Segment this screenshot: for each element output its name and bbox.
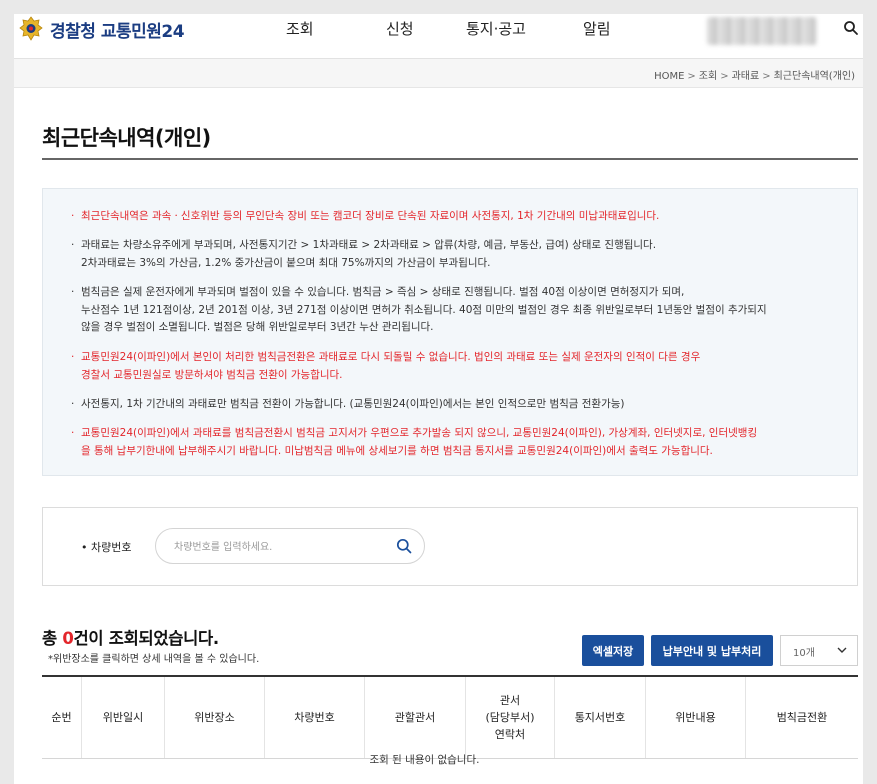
column-header-datetime: 위반일시 xyxy=(81,677,164,758)
column-header-office: 관할관서 xyxy=(364,677,465,758)
breadcrumb-separator: > xyxy=(762,71,771,82)
result-suffix: 건이 조회되었습니다. xyxy=(73,629,220,648)
notice-item: · 범칙금은 실제 운전자에게 부과되며 벌점이 있을 수 있습니다. 범칙금 … xyxy=(71,284,841,337)
notice-bullet: · xyxy=(71,351,75,363)
notice-item: · 사전통지, 1차 기간내의 과태료만 범칙금 전환이 가능합니다. (교통민… xyxy=(71,396,841,414)
search-panel: • 차량번호 xyxy=(42,507,858,586)
vehicle-number-input[interactable] xyxy=(172,537,376,557)
vehicle-number-label: • 차량번호 xyxy=(81,541,132,554)
breadcrumb-separator: > xyxy=(687,71,696,82)
nav-item-application[interactable]: 신청 xyxy=(386,18,414,39)
notice-text: 교통민원24(이파인)에서 과태료를 범칙금전환시 범칙금 고지서가 우편으로 … xyxy=(81,427,758,457)
breadcrumb: HOME > 조회 > 과태료 > 최근단속내역(개인) xyxy=(654,67,855,82)
chevron-down-icon xyxy=(837,647,847,653)
notice-text: 과태료는 차량소유주에게 부과되며, 사전통지기간 > 1차과태료 > 2차과태… xyxy=(81,239,657,269)
column-header-violation: 위반내용 xyxy=(645,677,745,758)
result-note: *위반장소를 클릭하면 상세 내역을 볼 수 있습니다. xyxy=(48,654,260,665)
notice-item: · 과태료는 차량소유주에게 부과되며, 사전통지기간 > 1차과태료 > 2차… xyxy=(71,237,841,272)
nav-item-notice[interactable]: 통지·공고 xyxy=(466,18,526,39)
payment-guide-button[interactable]: 납부안내 및 납부처리 xyxy=(651,635,773,666)
result-prefix: 총 xyxy=(42,629,63,648)
breadcrumb-separator: > xyxy=(720,71,729,82)
notice-item: · 최근단속내역은 과속ㆍ신호위반 등의 무인단속 장비 또는 캠코더 장비로 … xyxy=(71,208,841,226)
excel-save-button[interactable]: 엑셀저장 xyxy=(582,635,644,666)
breadcrumb-bar: HOME > 조회 > 과태료 > 최근단속내역(개인) xyxy=(14,59,863,88)
notice-text: 최근단속내역은 과속ㆍ신호위반 등의 무인단속 장비 또는 캠코더 장비로 단속… xyxy=(81,210,660,222)
search-icon[interactable] xyxy=(843,20,859,36)
title-divider xyxy=(42,158,858,160)
notice-bullet: · xyxy=(71,427,75,439)
search-icon[interactable] xyxy=(396,538,412,554)
result-count: 총 0건이 조회되었습니다. xyxy=(42,625,219,649)
column-header-seq: 순번 xyxy=(51,711,72,724)
column-header-notice-no: 통지서번호 xyxy=(554,677,645,758)
notice-bullet: · xyxy=(71,286,75,298)
breadcrumb-inquiry[interactable]: 조회 xyxy=(699,71,717,82)
nav-item-alerts[interactable]: 알림 xyxy=(583,18,611,39)
page-title: 최근단속내역(개인) xyxy=(42,126,211,150)
column-header-location: 위반장소 xyxy=(164,677,264,758)
site-logo[interactable]: 경찰청 교통민원24 xyxy=(18,16,185,42)
site-header: 경찰청 교통민원24 조회 신청 통지·공고 알림 xyxy=(14,14,863,59)
breadcrumb-fine[interactable]: 과태료 xyxy=(732,71,760,82)
notice-bullet: · xyxy=(71,239,75,251)
empty-table-message: 조회 된 내용이 없습니다. xyxy=(369,754,480,766)
results-table-header: 순번 위반일시 위반장소 차량번호 관할관서 관서 (담당부서) 연락처 통지서… xyxy=(42,677,858,759)
page-size-select[interactable]: 10개 xyxy=(780,635,858,666)
page-size-value: 10개 xyxy=(793,648,815,659)
nav-item-inquiry[interactable]: 조회 xyxy=(286,18,314,39)
column-header-contact: 관서 (담당부서) 연락처 xyxy=(465,677,554,758)
search-field-wrapper xyxy=(155,528,425,564)
notice-text: 사전통지, 1차 기간내의 과태료만 범칙금 전환이 가능합니다. (교통민원2… xyxy=(81,398,625,410)
user-info-blurred xyxy=(707,17,817,45)
page-frame: 경찰청 교통민원24 조회 신청 통지·공고 알림 HOME > 조회 > 과태료 > 최근… xyxy=(14,14,863,784)
notice-text: 교통민원24(이파인)에서 본인이 처리한 범칙금전환은 과태료로 다시 되돌릴… xyxy=(81,351,701,381)
notice-item: · 교통민원24(이파인)에서 본인이 처리한 범칙금전환은 과태료로 다시 되… xyxy=(71,349,841,384)
result-count-number: 0 xyxy=(62,629,74,648)
notice-text: 범칙금은 실제 운전자에게 부과되며 벌점이 있을 수 있습니다. 범칙금 > … xyxy=(81,286,767,333)
brand-name: 경찰청 교통민원24 xyxy=(50,21,185,42)
column-header-conversion: 범칙금전환 xyxy=(745,677,858,758)
notice-bullet: · xyxy=(71,210,75,222)
breadcrumb-current: 최근단속내역(개인) xyxy=(773,71,855,82)
notice-item: · 교통민원24(이파인)에서 과태료를 범칙금전환시 범칙금 고지서가 우편으… xyxy=(71,425,841,460)
notice-bullet: · xyxy=(71,398,75,410)
column-header-vehicle: 차량번호 xyxy=(264,677,364,758)
breadcrumb-home[interactable]: HOME xyxy=(654,71,684,82)
notice-box: · 최근단속내역은 과속ㆍ신호위반 등의 무인단속 장비 또는 캠코더 장비로 … xyxy=(42,188,858,476)
police-emblem-icon xyxy=(19,16,43,41)
